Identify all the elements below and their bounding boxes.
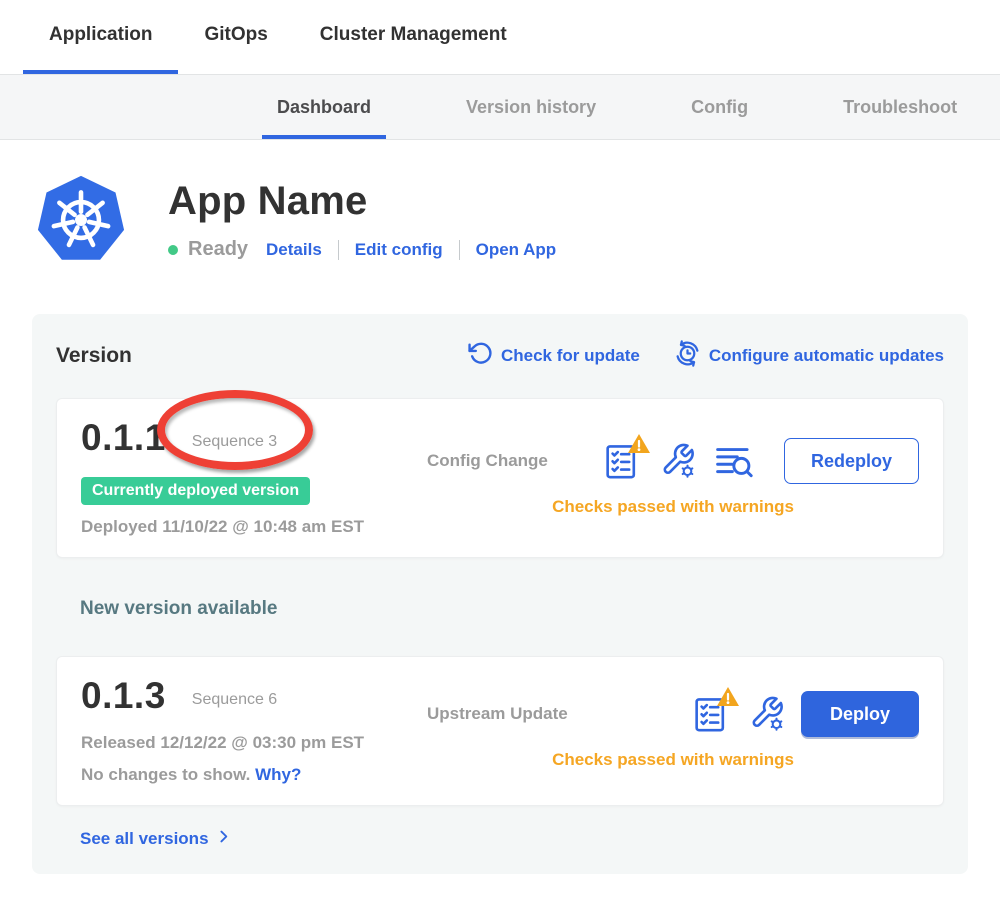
subtab-dashboard[interactable]: Dashboard [277,75,371,139]
configure-automatic-updates-button[interactable]: Configure automatic updates [674,340,944,372]
check-for-update-button[interactable]: Check for update [468,341,640,371]
details-link[interactable]: Details [266,240,322,260]
tab-gitops[interactable]: GitOps [178,0,293,74]
version-section: Version Check for update [32,314,968,874]
no-changes-line: No changes to show. Why? [81,765,427,785]
clock-refresh-icon [674,340,701,372]
warning-triangle-icon [627,433,651,459]
config-wrench-icon[interactable] [747,693,787,735]
released-timestamp: Released 12/12/22 @ 03:30 pm EST [81,733,427,753]
see-all-versions-link[interactable]: See all versions [80,828,232,850]
new-version-heading: New version available [80,598,944,620]
version-section-title: Version [56,344,132,368]
tab-cluster-management[interactable]: Cluster Management [294,0,533,74]
current-release-card: 0.1.1 Sequence 3 Currently deployed vers… [56,398,944,558]
view-diff-icon[interactable] [714,440,754,482]
current-version-number: 0.1.1 [81,417,166,459]
warning-triangle-icon [716,686,740,712]
subtab-troubleshoot[interactable]: Troubleshoot [843,75,957,139]
config-wrench-icon[interactable] [658,440,698,482]
chevron-right-icon [215,828,232,850]
kubernetes-logo-icon [35,174,127,266]
status-text: Ready [188,238,248,261]
deployed-status-badge: Currently deployed version [81,477,310,505]
deployed-timestamp: Deployed 11/10/22 @ 10:48 am EST [81,517,427,537]
app-header: App Name Ready Details Edit config Open … [0,140,1000,266]
current-source-label: Config Change [427,451,548,471]
available-version-sequence: Sequence 6 [192,691,277,709]
available-source-label: Upstream Update [427,704,568,724]
divider [459,240,460,260]
preflight-checks-icon[interactable] [691,693,731,735]
preflight-checks-icon[interactable] [602,440,642,482]
divider [338,240,339,260]
open-app-link[interactable]: Open App [476,240,557,260]
why-link[interactable]: Why? [255,765,301,784]
top-nav: Application GitOps Cluster Management [0,0,1000,74]
current-checks-status: Checks passed with warnings [427,497,919,517]
tab-application[interactable]: Application [23,0,178,74]
current-version-sequence: Sequence 3 [192,433,277,451]
available-release-card: 0.1.3 Sequence 6 Released 12/12/22 @ 03:… [56,656,944,806]
edit-config-link[interactable]: Edit config [355,240,443,260]
available-version-number: 0.1.3 [81,675,166,717]
subtab-version-history[interactable]: Version history [466,75,596,139]
page-title: App Name [168,179,556,224]
app-status-row: Ready Details Edit config Open App [168,238,556,261]
subtab-config[interactable]: Config [691,75,748,139]
available-checks-status: Checks passed with warnings [427,750,919,770]
redeploy-button[interactable]: Redeploy [784,438,919,484]
app-sub-nav: Dashboard Version history Config Trouble… [0,74,1000,140]
deploy-button[interactable]: Deploy [801,691,919,737]
status-dot-icon [168,245,178,255]
refresh-icon [468,341,493,371]
